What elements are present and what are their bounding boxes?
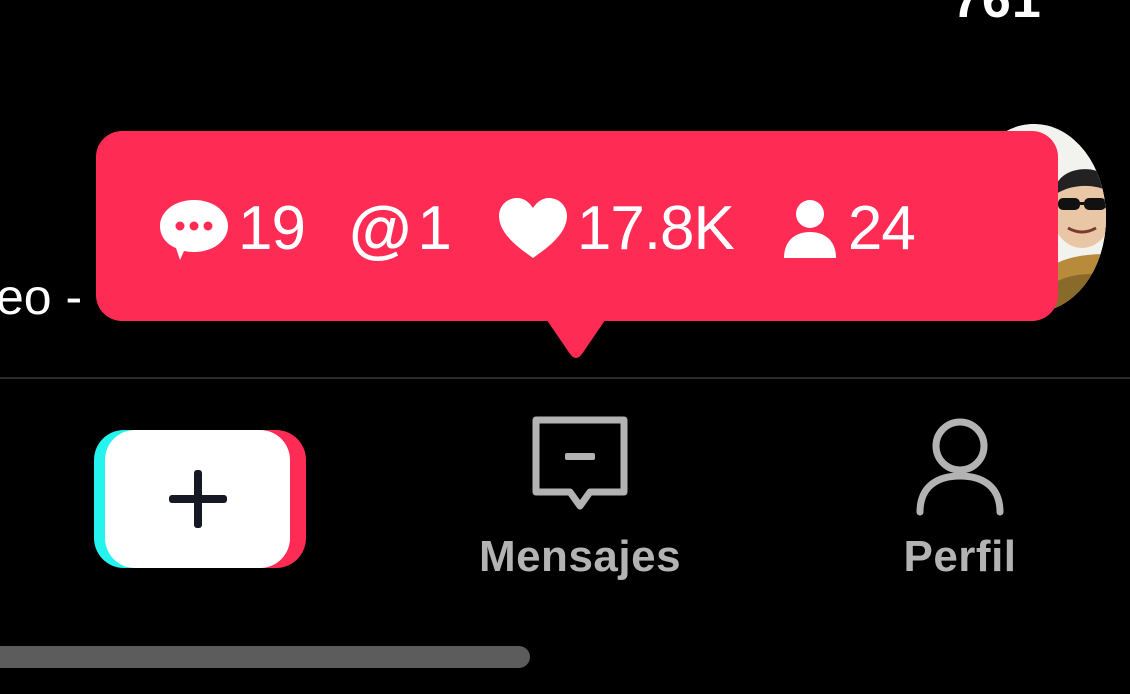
create-button[interactable] xyxy=(94,430,308,570)
nav-messages-tab[interactable]: Mensajes xyxy=(450,414,710,582)
profile-icon xyxy=(916,418,1004,516)
comments-stat: 19 xyxy=(156,194,306,263)
at-mention-icon: @ xyxy=(349,197,411,261)
at-symbol: @ xyxy=(348,193,412,265)
inbox-icon xyxy=(532,416,628,510)
followers-count: 24 xyxy=(847,194,916,263)
nav-profile-label: Perfil xyxy=(903,532,1017,581)
comments-count: 19 xyxy=(238,194,306,263)
likes-count: 17.8K xyxy=(576,194,735,263)
create-button-face xyxy=(105,430,290,568)
nav-messages-label: Mensajes xyxy=(478,532,682,581)
popup-pointer xyxy=(540,310,612,358)
activity-notification-popup[interactable]: 19 @ 1 17.8K 24 xyxy=(96,131,1058,321)
likes-stat: 17.8K xyxy=(495,194,735,263)
top-count: 761 xyxy=(952,0,1042,29)
mentions-count: 1 xyxy=(417,194,451,263)
mentions-stat: @ 1 xyxy=(349,194,452,263)
followers-stat: 24 xyxy=(778,194,916,263)
nav-divider xyxy=(0,377,1130,379)
video-caption: eo - xyxy=(0,269,83,325)
home-indicator[interactable] xyxy=(0,646,530,668)
person-icon xyxy=(778,196,842,262)
nav-profile-tab[interactable]: Perfil xyxy=(830,414,1090,582)
plus-icon xyxy=(168,470,227,528)
heart-icon xyxy=(495,196,571,262)
comment-bubble-icon xyxy=(156,196,232,262)
notification-stats: 19 @ 1 17.8K 24 xyxy=(156,191,916,267)
